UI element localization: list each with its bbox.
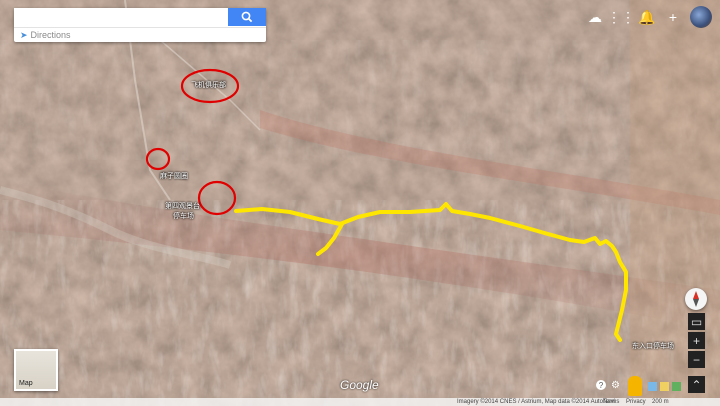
- directions-link[interactable]: ➤ Directions: [14, 27, 266, 42]
- photos-icon-3[interactable]: [672, 382, 681, 391]
- pegman-icon[interactable]: [628, 376, 642, 396]
- directions-label: Directions: [30, 30, 71, 40]
- label-viewpoint: 第四观景台: [165, 203, 200, 210]
- directions-icon: ➤: [20, 30, 28, 40]
- settings-icon[interactable]: ⚙: [611, 380, 620, 391]
- top-right-toolbar: ☁ ⋮⋮ 🔔 +: [586, 6, 712, 28]
- compass-control[interactable]: [685, 288, 707, 310]
- google-logo: Google: [340, 378, 379, 392]
- terms-link[interactable]: Terms: [603, 398, 619, 406]
- avatar[interactable]: [690, 6, 712, 28]
- label-parking: 停车场: [173, 213, 194, 220]
- label-club: 飞机俱乐部: [191, 82, 226, 89]
- zoom-out-button[interactable]: −: [688, 351, 705, 368]
- compass-icon: [693, 291, 699, 307]
- search-box: ➤ Directions: [14, 8, 266, 42]
- camera-icon[interactable]: ☁: [586, 8, 604, 26]
- search-icon: [241, 11, 253, 23]
- help-icon[interactable]: ?: [596, 380, 606, 390]
- street-view-icon[interactable]: ▭: [688, 313, 705, 330]
- add-icon[interactable]: +: [664, 8, 682, 26]
- scale-bar: 200 m: [652, 399, 669, 405]
- map-type-thumbnail[interactable]: Map: [14, 349, 58, 391]
- photos-icon-2[interactable]: [660, 382, 669, 391]
- bottom-bar: Imagery ©2014 CNES / Astrium, Map data ©…: [0, 398, 720, 406]
- thumbnail-label: Map: [19, 380, 33, 387]
- label-east-entrance: 东入口停车场: [632, 343, 674, 350]
- zoom-in-button[interactable]: +: [688, 332, 705, 349]
- tilt-icon[interactable]: ⌃: [688, 376, 705, 393]
- attribution-text: Imagery ©2014 CNES / Astrium, Map data ©…: [457, 399, 615, 405]
- satellite-map[interactable]: [0, 0, 720, 406]
- label-mazi: 麻子圆圈: [160, 173, 188, 180]
- notifications-icon[interactable]: 🔔: [638, 8, 656, 26]
- privacy-link[interactable]: Privacy: [626, 398, 646, 406]
- search-input[interactable]: [14, 8, 228, 26]
- photos-icon[interactable]: [648, 382, 657, 391]
- apps-grid-icon[interactable]: ⋮⋮: [607, 8, 635, 26]
- search-button[interactable]: [228, 8, 266, 26]
